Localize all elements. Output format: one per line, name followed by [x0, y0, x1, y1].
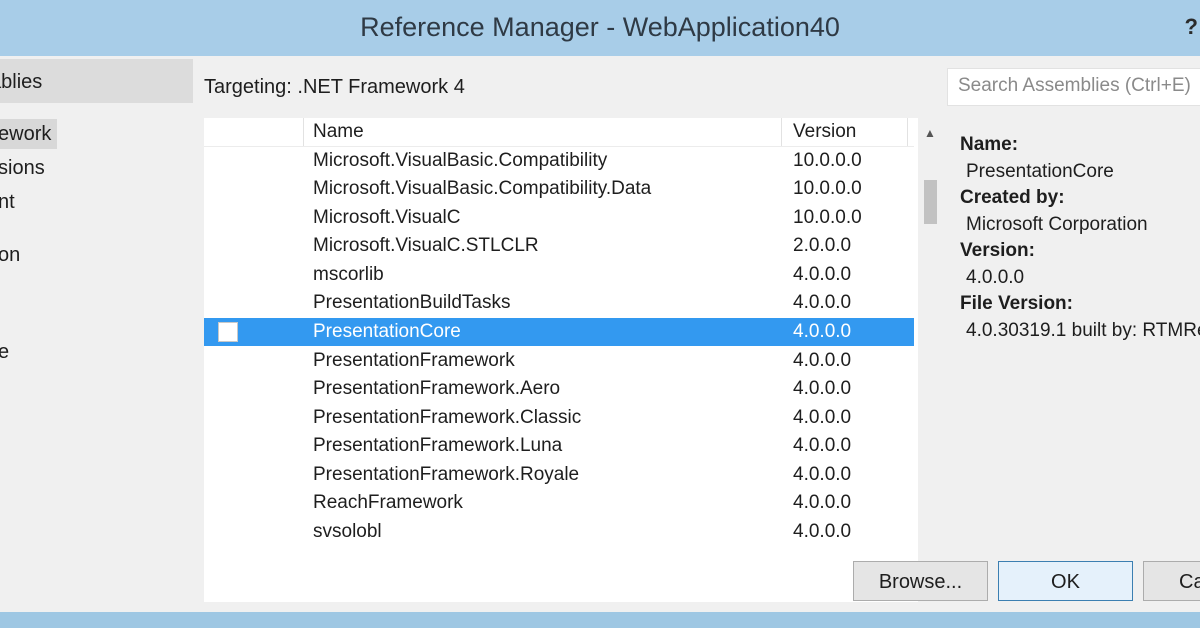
window-title: Reference Manager - WebApplication40: [360, 12, 840, 42]
ok-button[interactable]: OK: [998, 561, 1133, 601]
assembly-name: Microsoft.VisualC: [313, 207, 461, 228]
detail-created-label: Created by:: [960, 187, 1065, 208]
assembly-version: 4.0.0.0: [793, 407, 852, 428]
assembly-version: 4.0.0.0: [793, 378, 852, 399]
nav-item-framework[interactable]: ework: [0, 119, 57, 149]
detail-version-value: 4.0.0.0: [966, 267, 1025, 288]
assembly-version: 4.0.0.0: [793, 321, 852, 342]
assembly-version: 10.0.0.0: [793, 150, 862, 171]
assembly-version: 4.0.0.0: [793, 521, 852, 542]
dialog-body: ablies ework sions nt on e Targeting: .N…: [0, 56, 1200, 612]
assembly-version: 4.0.0.0: [793, 464, 852, 485]
detail-name-label: Name:: [960, 134, 1019, 155]
detail-created-value: Microsoft Corporation: [966, 214, 1148, 235]
assembly-name: PresentationCore: [313, 321, 461, 342]
column-version[interactable]: Version: [782, 118, 908, 146]
list-row[interactable]: PresentationBuildTasks 4.0.0.0: [204, 289, 914, 317]
nav-item-extensions[interactable]: sions: [0, 153, 120, 183]
assembly-name: PresentationBuildTasks: [313, 292, 511, 313]
nav-item-recent[interactable]: nt: [0, 187, 120, 217]
list-row[interactable]: mscorlib 4.0.0.0: [204, 261, 914, 289]
assembly-version: 4.0.0.0: [793, 264, 852, 285]
list-column-header: Name Version: [204, 118, 914, 147]
assembly-name: PresentationFramework.Aero: [313, 378, 561, 399]
assembly-name: svsolobl: [313, 521, 382, 542]
assembly-name: PresentationFramework.Royale: [313, 464, 580, 485]
list-row[interactable]: Microsoft.VisualBasic.Compatibility.Data…: [204, 175, 914, 203]
column-checkbox[interactable]: [204, 118, 304, 146]
column-version-label: Version: [793, 121, 857, 142]
window-bottom-border: [0, 612, 1200, 628]
assembly-name: PresentationFramework.Luna: [313, 435, 563, 456]
list-row-selected[interactable]: PresentationCore 4.0.0.0: [204, 318, 914, 346]
assembly-version: 4.0.0.0: [793, 492, 852, 513]
list-row[interactable]: Microsoft.VisualBasic.Compatibility 10.0…: [204, 147, 914, 175]
assembly-version: 4.0.0.0: [793, 435, 852, 456]
left-nav: ablies ework sions nt on e: [0, 56, 193, 546]
assembly-name: Microsoft.VisualBasic.Compatibility: [313, 150, 608, 171]
row-checkbox[interactable]: [218, 322, 238, 342]
list-row[interactable]: Microsoft.VisualC 10.0.0.0: [204, 204, 914, 232]
detail-file-version-label: File Version:: [960, 293, 1073, 314]
assembly-name: ReachFramework: [313, 492, 463, 513]
details-panel: Name: PresentationCore Created by: Micro…: [960, 132, 1200, 344]
assembly-name: Microsoft.VisualBasic.Compatibility.Data: [313, 178, 652, 199]
cancel-button[interactable]: Cancel: [1143, 561, 1200, 601]
column-name[interactable]: Name: [303, 118, 782, 146]
detail-name-value: PresentationCore: [966, 161, 1114, 182]
scrollbar-thumb[interactable]: [924, 180, 937, 224]
list-row[interactable]: PresentationFramework.Aero 4.0.0.0: [204, 375, 914, 403]
nav-item-browse[interactable]: e: [0, 337, 120, 367]
search-input[interactable]: [948, 69, 1200, 103]
scroll-up-arrow-icon[interactable]: ▲: [918, 122, 942, 144]
list-row[interactable]: PresentationFramework 4.0.0.0: [204, 347, 914, 375]
list-row[interactable]: Microsoft.VisualC.STLCLR 2.0.0.0: [204, 232, 914, 260]
assembly-name: PresentationFramework: [313, 350, 515, 371]
assembly-version: 4.0.0.0: [793, 292, 852, 313]
nav-item-label: e: [0, 341, 10, 363]
assembly-name: mscorlib: [313, 264, 384, 285]
column-name-label: Name: [313, 121, 364, 142]
title-bar: Reference Manager - WebApplication40 ?: [0, 0, 1200, 56]
targeting-label: Targeting: .NET Framework 4: [204, 76, 465, 98]
nav-item-label: sions: [0, 157, 45, 179]
list-row[interactable]: svsolobl 4.0.0.0: [204, 518, 914, 546]
nav-header-label: ablies: [0, 71, 43, 93]
assembly-version: 10.0.0.0: [793, 207, 862, 228]
nav-item-label: nt: [0, 191, 15, 213]
assembly-version: 4.0.0.0: [793, 350, 852, 371]
assembly-version: 10.0.0.0: [793, 178, 862, 199]
assembly-list[interactable]: Name Version Microsoft.VisualBasic.Compa…: [204, 118, 942, 602]
assembly-name: Microsoft.VisualC.STLCLR: [313, 235, 539, 256]
assembly-name: PresentationFramework.Classic: [313, 407, 582, 428]
detail-version-label: Version:: [960, 240, 1035, 261]
nav-item-label: ework: [0, 123, 52, 145]
list-row[interactable]: PresentationFramework.Classic 4.0.0.0: [204, 404, 914, 432]
nav-item-solution[interactable]: on: [0, 240, 120, 270]
list-row[interactable]: PresentationFramework.Luna 4.0.0.0: [204, 432, 914, 460]
help-button[interactable]: ?: [1185, 14, 1198, 40]
list-row[interactable]: PresentationFramework.Royale 4.0.0.0: [204, 461, 914, 489]
browse-button[interactable]: Browse...: [853, 561, 988, 601]
detail-file-version-value: 4.0.30319.1 built by: RTMRel: [966, 320, 1200, 341]
nav-item-label: on: [0, 244, 21, 266]
vertical-scrollbar[interactable]: ▲ ▼: [918, 118, 942, 602]
list-row[interactable]: ReachFramework 4.0.0.0: [204, 489, 914, 517]
search-box[interactable]: [947, 68, 1200, 106]
assembly-version: 2.0.0.0: [793, 235, 852, 256]
nav-header-assemblies[interactable]: ablies: [0, 59, 193, 103]
